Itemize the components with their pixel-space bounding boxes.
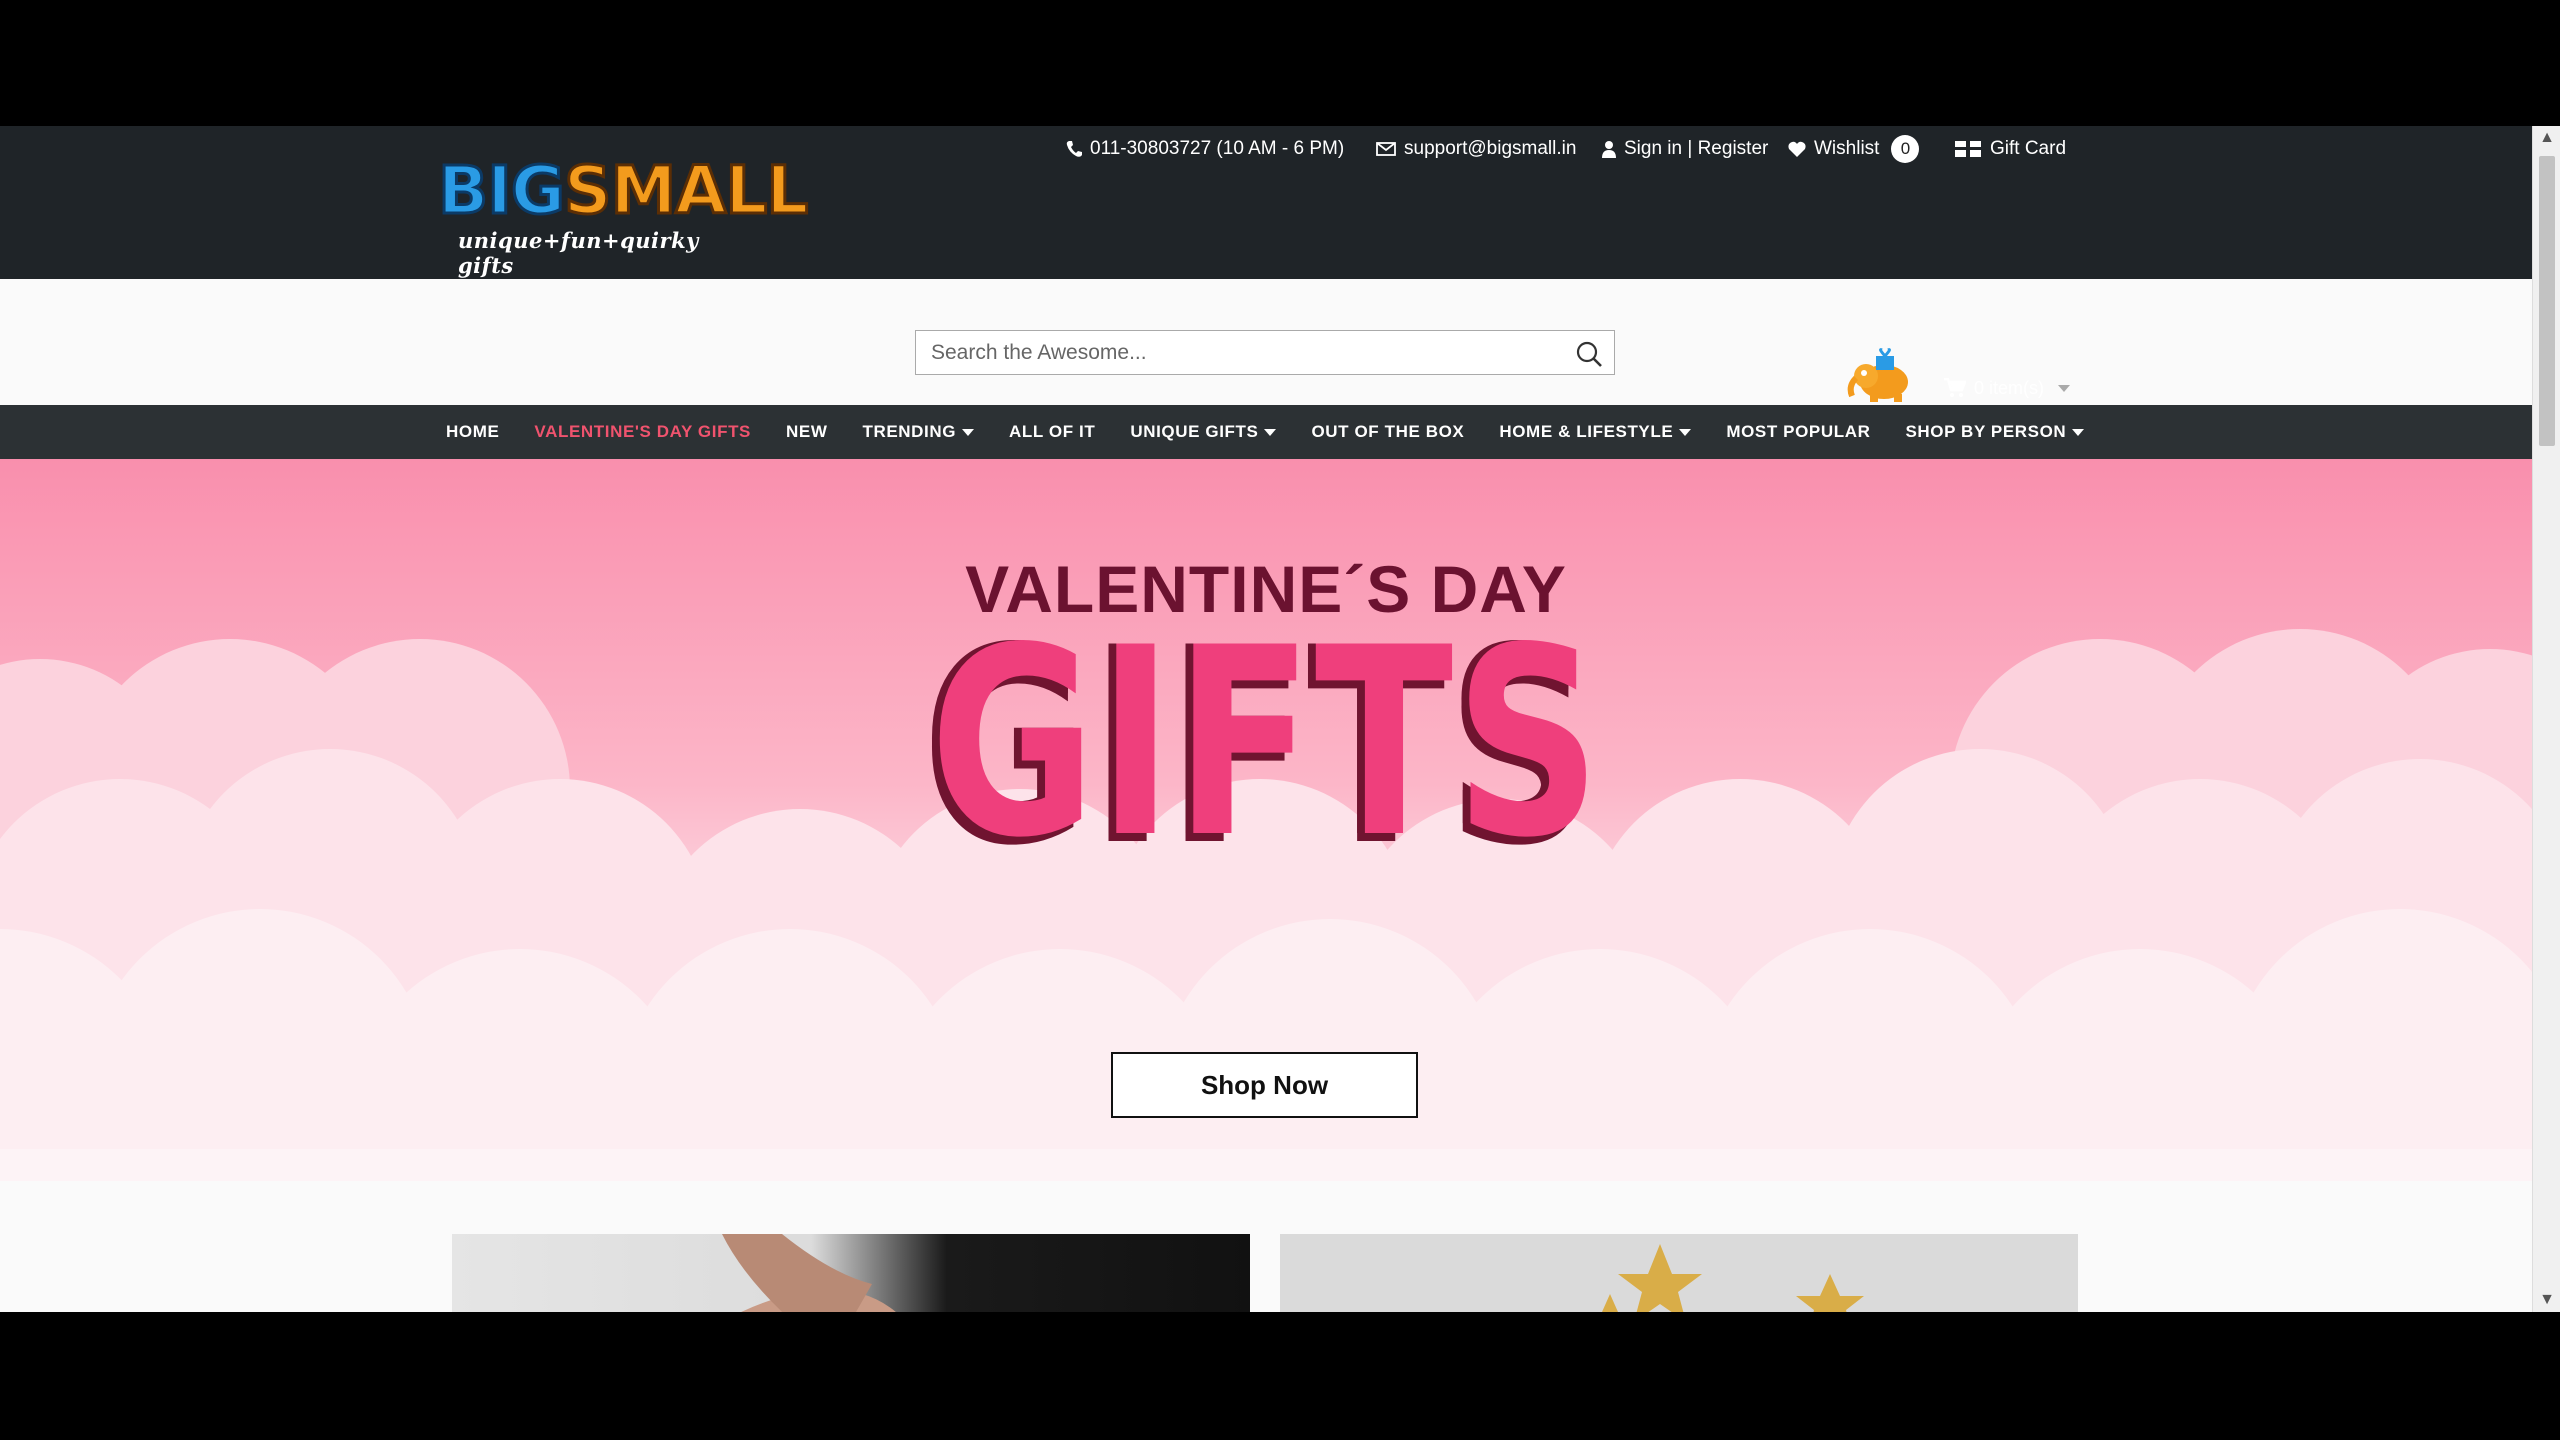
search-icon[interactable] [1574,339,1604,369]
search-input[interactable] [916,331,1546,374]
nav-item-valentines-day-gifts[interactable]: VALENTINE'S DAY GIFTS [534,422,751,442]
caret-down-icon [962,428,975,436]
browser-viewport: BIGSMALL unique+fun+quirky gifts Search … [0,126,2532,1312]
heart-icon [1788,141,1806,157]
account-label: Sign in | Register [1624,138,1769,159]
nav-item-most-popular[interactable]: MOST POPULAR [1726,422,1870,442]
caret-down-icon [1679,428,1692,436]
wishlist-count-badge: 0 [1891,135,1920,163]
gift-card-link[interactable]: Gift Card [1954,134,2066,164]
sign-in-register-link[interactable]: Sign in | Register [1602,134,1768,164]
cart-icon [1944,378,1966,397]
search-bar [915,330,1615,375]
wishlist-link[interactable]: Wishlist 0 [1788,134,1920,164]
nav-item-all-of-it[interactable]: ALL OF IT [1009,422,1095,442]
nav-item-home[interactable]: HOME [446,422,499,442]
user-icon [1602,141,1616,158]
gift-card-icon [1955,141,1981,157]
wishlist-label: Wishlist [1814,138,1880,159]
nav-item-home-lifestyle[interactable]: HOME & LIFESTYLE [1499,422,1692,442]
elephant-mascot-icon [1846,348,1918,404]
hero-title: GIFTS [929,593,1603,895]
gold-crown-balloon-image [1584,1244,1864,1312]
main-navigation: HOME VALENTINE'S DAY GIFTS NEW TRENDING … [0,405,2532,459]
vertical-scrollbar[interactable]: ▲ ▼ [2532,126,2560,1312]
product-tile-image[interactable] [452,1234,1250,1312]
caret-down-icon [1264,428,1277,436]
scroll-down-arrow-icon[interactable]: ▼ [2533,1288,2560,1312]
email-contact[interactable]: support@bigsmall.in [1376,134,1576,164]
product-tile-image[interactable] [1280,1234,2078,1312]
nav-item-label: HOME & LIFESTYLE [1499,422,1674,441]
nav-item-out-of-the-box[interactable]: OUT OF THE BOX [1311,422,1464,442]
cart-button[interactable]: 0 item(s) [1944,376,2071,400]
gift-card-label: Gift Card [1990,138,2067,159]
phone-number: 011-30803727 (10 AM - 6 PM) [1090,138,1345,159]
nav-item-trending[interactable]: TRENDING [862,422,975,442]
scroll-up-arrow-icon[interactable]: ▲ [2533,126,2560,150]
cart-count-label: 0 item(s) [1974,377,2045,398]
bigsmall-logo[interactable]: BIGSMALL unique+fun+quirky gifts [436,154,809,278]
scrollbar-thumb[interactable] [2539,156,2555,446]
nav-item-label: SHOP BY PERSON [1905,422,2067,441]
nav-item-new[interactable]: NEW [786,422,827,442]
nav-item-label: UNIQUE GIFTS [1130,422,1259,441]
logo-word-small: SMALL [563,152,810,229]
phone-icon [1066,141,1082,157]
hand-photo-image [722,1234,896,1312]
caret-down-icon [2072,428,2085,436]
shop-now-button[interactable]: Shop Now [1111,1052,1418,1118]
logo-wordmark: BIGSMALL [436,154,809,227]
nav-item-label: TRENDING [862,422,957,441]
logo-word-big: BIG [436,152,566,229]
logo-tagline: unique+fun+quirky gifts [458,228,699,278]
mail-icon [1376,142,1396,156]
chevron-down-icon [2058,384,2071,392]
valentines-hero-banner: VALENTINE´S DAY GIFTS Shop Now [0,459,2532,1181]
screen-frame: BIGSMALL unique+fun+quirky gifts Search … [0,0,2560,1440]
nav-item-shop-by-person[interactable]: SHOP BY PERSON [1905,422,2085,442]
email-address: support@bigsmall.in [1404,138,1577,159]
phone-contact[interactable]: 011-30803727 (10 AM - 6 PM) [1066,134,1344,164]
nav-item-unique-gifts[interactable]: UNIQUE GIFTS [1130,422,1277,442]
